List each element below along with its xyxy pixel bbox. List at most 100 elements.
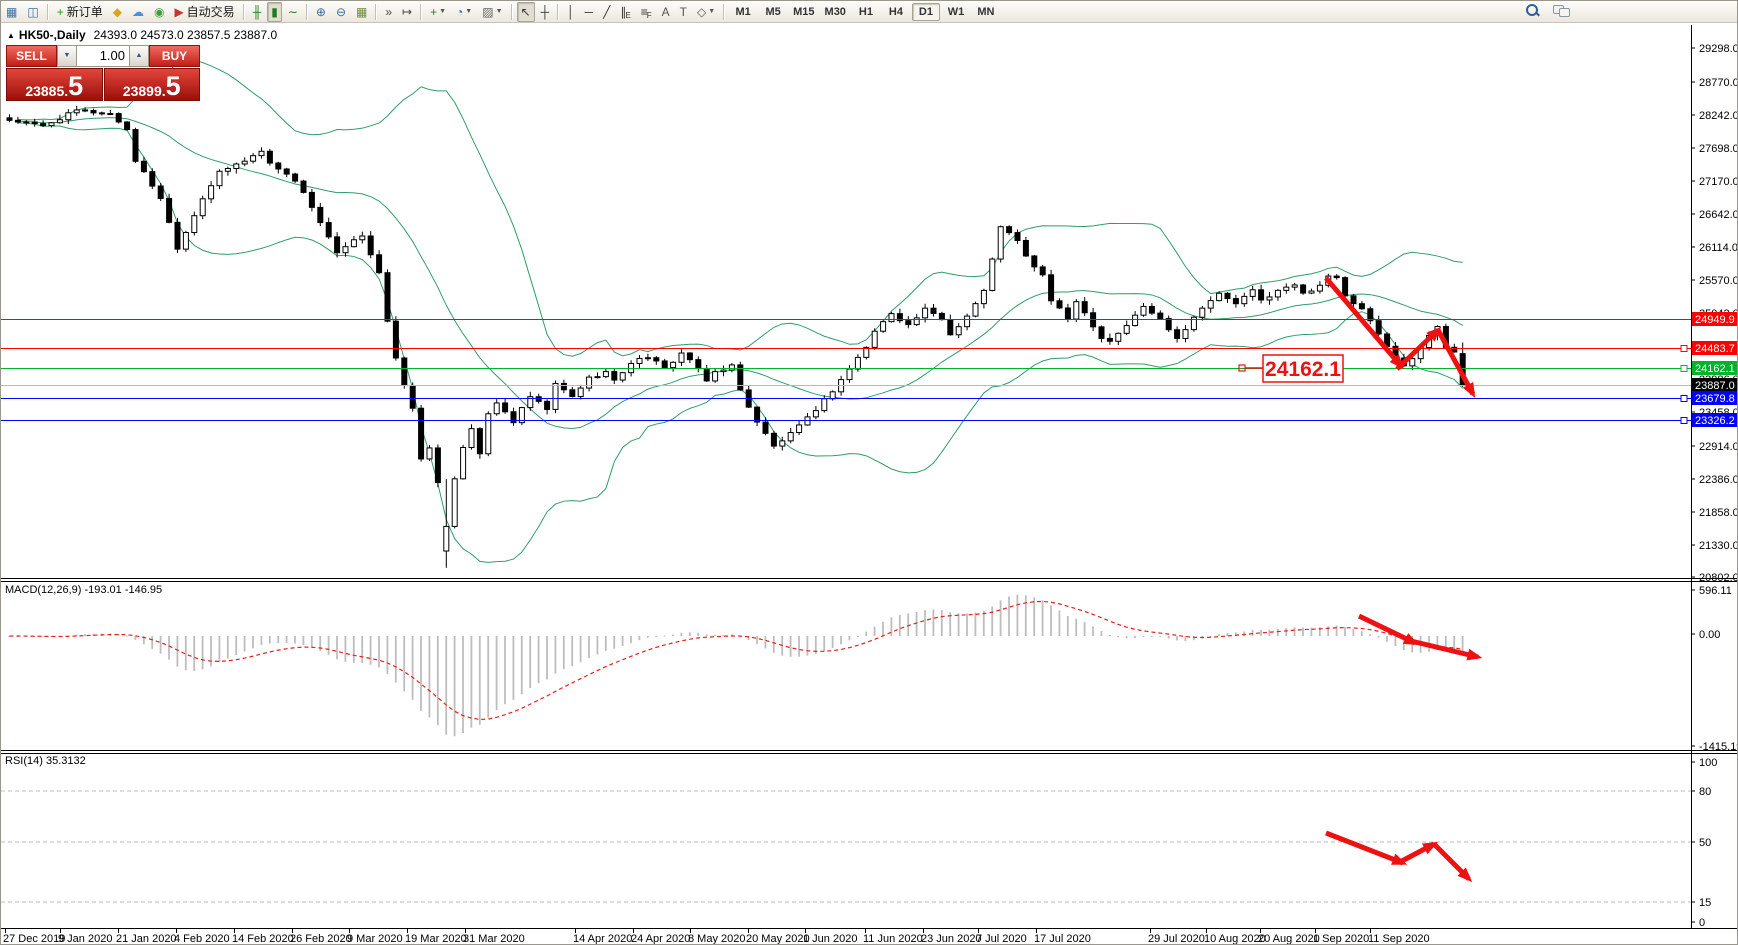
candle-body [1225, 293, 1230, 298]
main-trend-arrow [1397, 330, 1438, 369]
date-tick-label: 9 Mar 2020 [347, 933, 403, 945]
bar-chart-button[interactable]: ╫ [249, 2, 266, 22]
candle-body [99, 113, 104, 114]
vertical-line-button[interactable]: │ [563, 2, 579, 22]
timeframe-button-mn[interactable]: MN [972, 3, 1000, 21]
trendline-button[interactable]: ╱ [599, 2, 614, 22]
price-tick-label: 29298.0 [1699, 43, 1738, 55]
crosshair-icon: ┼ [541, 3, 550, 21]
price-annotation[interactable]: 24162.1 [1239, 355, 1343, 382]
search-icon[interactable] [1525, 3, 1539, 17]
candle-body [1158, 313, 1163, 318]
data-window-button[interactable]: ◫ [23, 2, 42, 22]
auto-scroll-button[interactable]: » [381, 2, 396, 22]
macd-histogram-bar [387, 636, 389, 674]
macd-histogram-bar [202, 636, 204, 669]
candle-body [847, 369, 852, 380]
macd-histogram-bar [462, 636, 464, 733]
macd-histogram-bar [252, 636, 254, 648]
date-tick-label: 11 Sep 2020 [1368, 933, 1430, 945]
chevron-down-icon: ▼ [708, 3, 715, 21]
candle-body [167, 198, 172, 222]
price-chart-surface[interactable]: 29298.028770.028242.027698.027170.026642… [1, 1, 1738, 945]
macd-histogram-bar [219, 636, 221, 662]
timeframe-button-m30[interactable]: M30 [821, 3, 850, 21]
tile-windows-icon: ▦ [356, 3, 367, 21]
bollinger-bands [18, 59, 1463, 562]
period-button[interactable]: ◔▼ [452, 2, 476, 22]
candle-body [1217, 293, 1222, 300]
macd-histogram-bar [630, 636, 632, 643]
shapes-button[interactable]: ◇▼ [693, 2, 719, 22]
chart-ohlc-values: 24393.0 24573.0 23857.5 23887.0 [94, 28, 278, 42]
community-button[interactable]: ☁ [128, 2, 148, 22]
price-line-badge-label: 24949.9 [1695, 314, 1735, 326]
news-button[interactable]: ◉ [150, 2, 168, 22]
timeframe-button-h4[interactable]: H4 [882, 3, 910, 21]
timeframe-button-w1[interactable]: W1 [942, 3, 970, 21]
macd-histogram-bar [865, 632, 867, 636]
chat-icon[interactable] [1553, 4, 1569, 17]
macd-histogram-bar [849, 636, 851, 640]
market-watch-button[interactable]: ▦ [2, 2, 21, 22]
timeframe-button-m1[interactable]: M1 [729, 3, 757, 21]
new-order-button[interactable]: +新订单 [53, 2, 107, 22]
candle-body [469, 429, 474, 448]
bar-chart-icon: ╫ [253, 3, 262, 21]
candlestick-chart-button[interactable]: ▮ [267, 2, 282, 22]
macd-histogram-bar [504, 636, 506, 704]
candle-body [536, 397, 541, 402]
macd-histogram-bar [1075, 619, 1077, 636]
candle-body [923, 308, 928, 318]
channel-button[interactable]: ∥E [616, 2, 634, 22]
horizontal-line-button[interactable]: ─ [581, 2, 598, 22]
tile-windows-button[interactable]: ▦ [352, 2, 371, 22]
collapse-one-click-icon[interactable]: ▲ [7, 31, 15, 40]
history-center-button[interactable]: ◆ [109, 2, 126, 22]
indicators-button[interactable]: +▼ [426, 2, 450, 22]
chart-shift-button[interactable]: ↦ [398, 2, 416, 22]
volume-input[interactable]: 1.00 [76, 45, 130, 67]
timeframe-button-d1[interactable]: D1 [912, 3, 940, 21]
candle-body [1452, 347, 1457, 352]
fibonacci-button[interactable]: ≡F [637, 2, 656, 22]
volume-decrease-button[interactable]: ▼ [57, 45, 76, 67]
candle-body [150, 172, 155, 186]
template-button[interactable]: ▨▼ [478, 2, 506, 22]
cursor-button[interactable]: ↖ [517, 2, 535, 22]
candle-body [1007, 227, 1012, 233]
zoom-out-button[interactable]: ⊖ [332, 2, 350, 22]
candle-body [771, 433, 776, 446]
timeframe-button-m5[interactable]: M5 [759, 3, 787, 21]
macd-histogram-bar [664, 636, 666, 637]
line-chart-button[interactable]: ∼ [284, 2, 302, 22]
text-button[interactable]: A [658, 2, 674, 22]
zoom-in-button[interactable]: ⊕ [312, 2, 330, 22]
candle-body [116, 114, 121, 122]
toolbar-separator [723, 4, 725, 20]
candle-body [32, 122, 37, 124]
timeframe-button-h1[interactable]: H1 [852, 3, 880, 21]
candle-body [15, 120, 20, 122]
candle-body [217, 171, 222, 185]
time-axis[interactable]: 27 Dec 20199 Jan 202021 Jan 20204 Feb 20… [3, 929, 1430, 945]
price-axis[interactable]: 29298.028770.028242.027698.027170.026642… [1691, 43, 1738, 929]
macd-histogram-bar [454, 636, 456, 736]
buy-price[interactable]: 23899.5 [104, 68, 201, 101]
auto-trading-button[interactable]: ▶自动交易 [170, 2, 238, 22]
crosshair-button[interactable]: ┼ [537, 2, 554, 22]
macd-histogram-bar [429, 636, 431, 717]
sell-button[interactable]: SELL [6, 45, 57, 67]
macd-histogram-bar [42, 636, 44, 637]
date-tick-label: 14 Apr 2020 [573, 933, 632, 945]
text-label-button[interactable]: T [676, 2, 691, 22]
timeframe-button-m15[interactable]: M15 [789, 3, 818, 21]
toolbar: ▦◫+新订单◆☁◉▶自动交易╫▮∼⊕⊖▦»↦+▼◔▼▨▼↖┼│─╱∥E≡FAT◇… [1, 1, 1738, 23]
sell-price[interactable]: 23885.5 [6, 68, 103, 101]
buy-button[interactable]: BUY [149, 45, 200, 67]
volume-increase-button[interactable]: ▲ [130, 45, 149, 67]
macd-histogram-bar [177, 636, 179, 667]
auto-trading-icon: ▶ [174, 3, 183, 21]
candle-body [1334, 276, 1339, 278]
price-line-handle [1681, 396, 1687, 402]
